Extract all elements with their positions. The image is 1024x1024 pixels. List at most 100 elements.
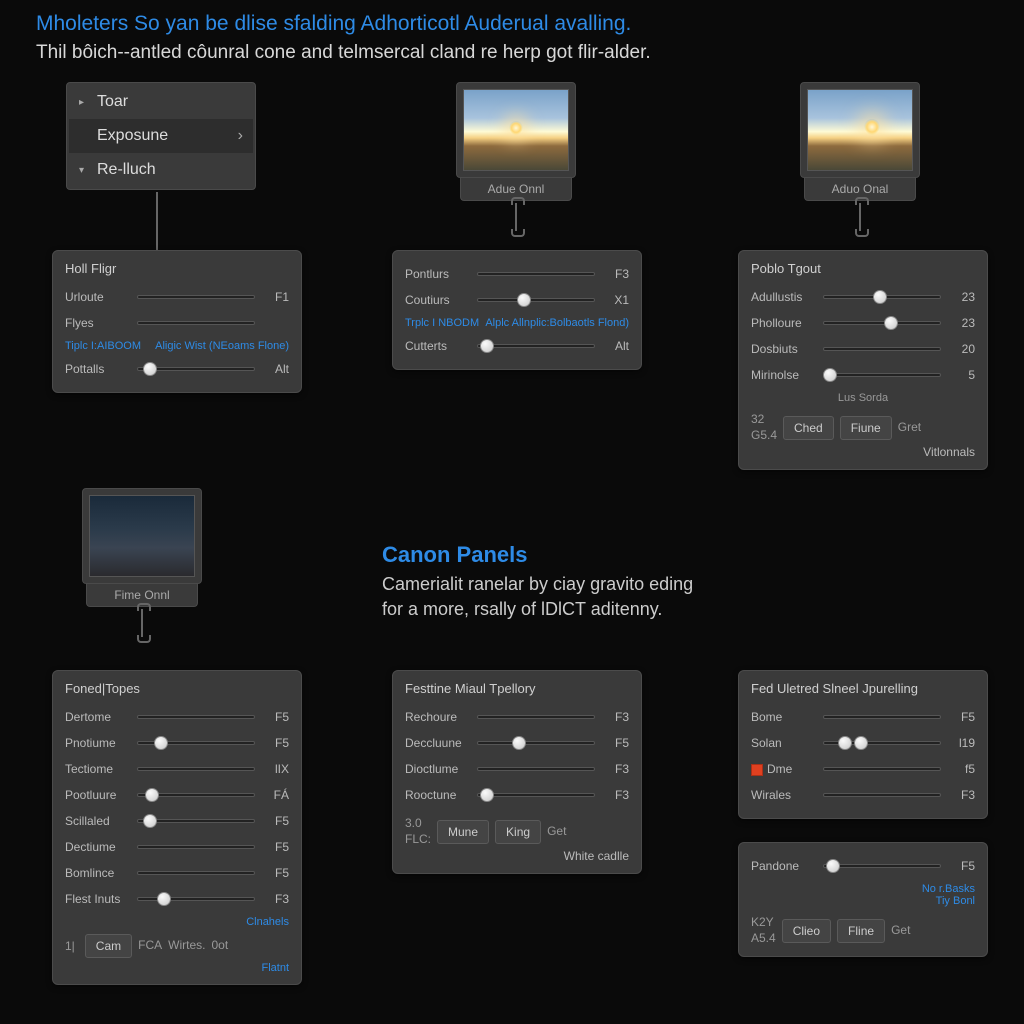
slider-track[interactable]	[137, 767, 255, 771]
slider-track[interactable]	[137, 321, 255, 325]
slider-knob[interactable]	[480, 788, 494, 802]
slider-value: F5	[949, 859, 975, 873]
slider-track[interactable]	[137, 871, 255, 875]
nav-item-exposune[interactable]: Exposune ›	[69, 119, 253, 153]
panel-title: Foned|Topes	[65, 681, 289, 696]
slider-knob[interactable]	[154, 736, 168, 750]
slider-label: Pandone	[751, 859, 815, 873]
thumb-image	[807, 89, 913, 171]
link-left[interactable]: Trplc I NBODM	[405, 317, 479, 329]
thumb-frame[interactable]	[82, 488, 202, 584]
nav-item-relluch[interactable]: ▾ Re-lluch	[69, 153, 253, 187]
slider-row[interactable]: DectiumeF5	[65, 834, 289, 860]
slider-track[interactable]	[477, 793, 595, 797]
slider-track[interactable]	[823, 715, 941, 719]
slider-knob[interactable]	[854, 736, 868, 750]
slider-row[interactable]: DioctlumeF3	[405, 756, 629, 782]
nav-label: Toar	[97, 93, 128, 111]
slider-row[interactable]: BomeF5	[751, 704, 975, 730]
slider-track[interactable]	[477, 344, 595, 348]
slider-row[interactable]: ScillaledF5	[65, 808, 289, 834]
slider-track[interactable]	[477, 715, 595, 719]
slider-track[interactable]	[137, 715, 255, 719]
thumb-frame[interactable]	[456, 82, 576, 178]
slider-flyes[interactable]: Flyes	[65, 310, 289, 336]
slider-knob[interactable]	[157, 892, 171, 906]
link-right[interactable]: Aligic Wist (NEoams Flone)	[155, 340, 289, 352]
slider-track[interactable]	[823, 793, 941, 797]
slider-track[interactable]	[137, 367, 255, 371]
slider-knob[interactable]	[823, 368, 837, 382]
slider-row[interactable]: PootluureFÁ	[65, 782, 289, 808]
slider-track[interactable]	[477, 741, 595, 745]
slider-row[interactable]: BomlinceF5	[65, 860, 289, 886]
king-button[interactable]: King	[495, 820, 541, 844]
slider-track[interactable]	[477, 272, 595, 276]
panel-poblotgout: Poblo Tgout Adullustis23 Pholloure23 Dos…	[738, 250, 988, 470]
slider-pholloure[interactable]: Pholloure23	[751, 310, 975, 336]
slider-adullustis[interactable]: Adullustis23	[751, 284, 975, 310]
slider-track[interactable]	[137, 845, 255, 849]
slider-row[interactable]: DeccluuneF5	[405, 730, 629, 756]
slider-knob[interactable]	[826, 859, 840, 873]
slider-knob[interactable]	[480, 339, 494, 353]
slider-knob[interactable]	[143, 814, 157, 828]
slider-row[interactable]: Pandone F5	[751, 853, 975, 879]
slider-mirinolse[interactable]: Mirinolse5	[751, 362, 975, 388]
slider-track[interactable]	[137, 793, 255, 797]
slider-track[interactable]	[137, 741, 255, 745]
link-right[interactable]: Alplc Allnplic:Bolbaotls Flond)	[485, 317, 629, 329]
fline-button[interactable]: Fline	[837, 919, 885, 943]
link-left[interactable]: Tiplc I:AIBOOM	[65, 340, 141, 352]
link-clnahels[interactable]: Clnahels	[65, 916, 289, 928]
link-nobasks[interactable]: No r.Basks Tiy Bonl	[751, 883, 975, 907]
slider-knob[interactable]	[884, 316, 898, 330]
slider-track[interactable]	[137, 295, 255, 299]
slider-value: F5	[603, 736, 629, 750]
nav-item-toar[interactable]: ▸ Toar	[69, 85, 253, 119]
slider-row[interactable]: TectiomelIX	[65, 756, 289, 782]
slider-track[interactable]	[137, 819, 255, 823]
slider-track[interactable]	[823, 347, 941, 351]
slider-dosbiuts[interactable]: Dosbiuts20	[751, 336, 975, 362]
slider-row[interactable]: Solanl19	[751, 730, 975, 756]
slider-knob[interactable]	[517, 293, 531, 307]
slider-pontlurs[interactable]: PontlursF3	[405, 261, 629, 287]
slider-row[interactable]: RooctuneF3	[405, 782, 629, 808]
slider-pottalls[interactable]: PottallsAlt	[65, 356, 289, 382]
slider-cutterts[interactable]: CuttertsAlt	[405, 333, 629, 359]
slider-track[interactable]	[823, 767, 941, 771]
cam-button[interactable]: Cam	[85, 934, 132, 958]
slider-coutiurs[interactable]: CoutiursX1	[405, 287, 629, 313]
slider-row[interactable]: Dmef5	[751, 756, 975, 782]
clieo-button[interactable]: Clieo	[782, 919, 831, 943]
slider-row[interactable]: DertomeF5	[65, 704, 289, 730]
slider-track[interactable]	[477, 298, 595, 302]
foot-label: Vitlonnals	[751, 445, 975, 459]
slider-urloute[interactable]: UrlouteF1	[65, 284, 289, 310]
slider-row[interactable]: WiralesF3	[751, 782, 975, 808]
slider-knob[interactable]	[838, 736, 852, 750]
slider-track[interactable]	[823, 321, 941, 325]
ched-button[interactable]: Ched	[783, 416, 834, 440]
thumb-frame[interactable]	[800, 82, 920, 178]
slider-track[interactable]	[823, 741, 941, 745]
fiune-button[interactable]: Fiune	[840, 416, 892, 440]
slider-knob[interactable]	[873, 290, 887, 304]
nav-menu: ▸ Toar Exposune › ▾ Re-lluch	[66, 82, 256, 190]
slider-label: Dertome	[65, 710, 129, 724]
slider-track[interactable]	[823, 373, 941, 377]
slider-track[interactable]	[137, 897, 255, 901]
mune-button[interactable]: Mune	[437, 820, 489, 844]
slider-track[interactable]	[477, 767, 595, 771]
slider-knob[interactable]	[145, 788, 159, 802]
slider-knob[interactable]	[512, 736, 526, 750]
slider-track[interactable]	[823, 295, 941, 299]
slider-row[interactable]: Flest InutsF3	[65, 886, 289, 912]
slider-row[interactable]: PnotiumeF5	[65, 730, 289, 756]
triangle-right-icon: ▸	[79, 97, 91, 108]
slider-row[interactable]: RechoureF3	[405, 704, 629, 730]
link-flatnt[interactable]: Flatnt	[65, 962, 289, 974]
slider-knob[interactable]	[143, 362, 157, 376]
slider-track[interactable]	[823, 864, 941, 868]
